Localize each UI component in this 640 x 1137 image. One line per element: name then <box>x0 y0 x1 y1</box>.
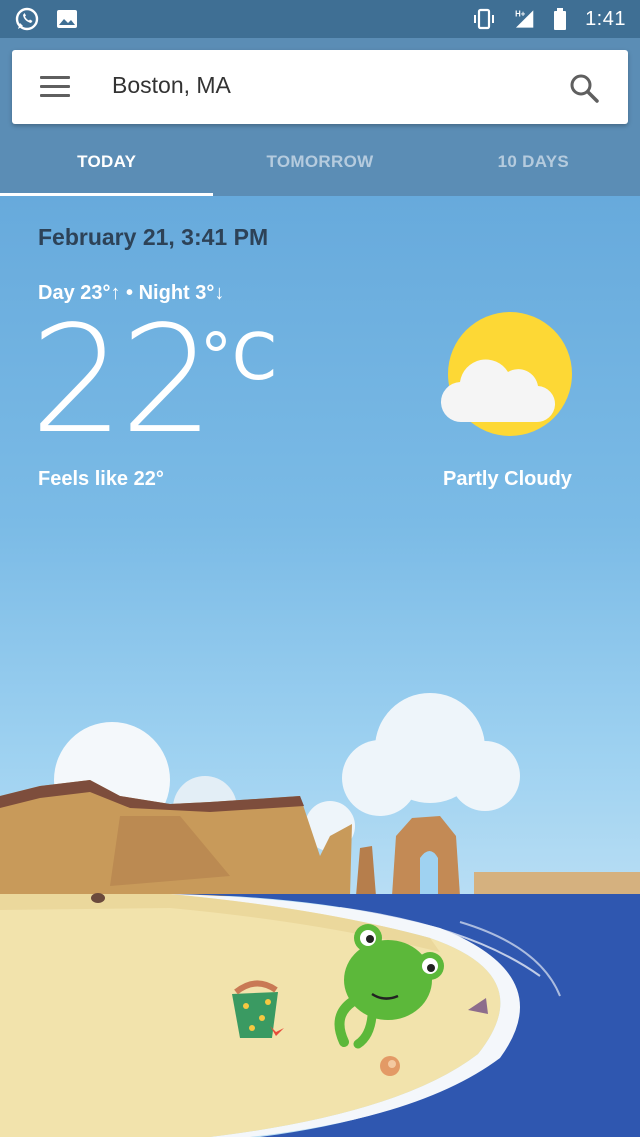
current-temperature: 22 <box>30 294 214 466</box>
vibrate-icon <box>474 8 495 30</box>
menu-icon[interactable] <box>40 76 70 98</box>
condition-label: Partly Cloudy <box>443 468 572 490</box>
app-header: Boston, MA TODAY TOMORROW 10 DAYS <box>0 38 640 196</box>
battery-icon <box>554 8 567 30</box>
beach-illustration <box>0 693 640 1137</box>
temperature-unit: °C <box>200 321 277 395</box>
search-bar[interactable]: Boston, MA <box>12 50 628 124</box>
status-bar: H+ 1:41 <box>0 0 640 38</box>
whatsapp-icon <box>15 7 39 31</box>
gallery-icon <box>57 10 77 28</box>
tab-tomorrow[interactable]: TOMORROW <box>213 138 426 196</box>
status-time: 1:41 <box>585 7 626 30</box>
date-time: February 21, 3:41 PM <box>38 224 269 250</box>
tab-10-days[interactable]: 10 DAYS <box>427 138 640 196</box>
partly-cloudy-icon <box>440 312 572 436</box>
feels-like: Feels like 22° <box>38 468 164 490</box>
search-icon[interactable] <box>568 72 600 104</box>
forecast-tabs: TODAY TOMORROW 10 DAYS <box>0 138 640 196</box>
tab-today[interactable]: TODAY <box>0 138 214 196</box>
network-type-label: H+ <box>515 9 526 18</box>
signal-icon: H+ <box>515 9 534 28</box>
location-query[interactable]: Boston, MA <box>112 72 231 99</box>
weather-panel: February 21, 3:41 PM Day 23°↑ • Night 3°… <box>0 196 640 1137</box>
